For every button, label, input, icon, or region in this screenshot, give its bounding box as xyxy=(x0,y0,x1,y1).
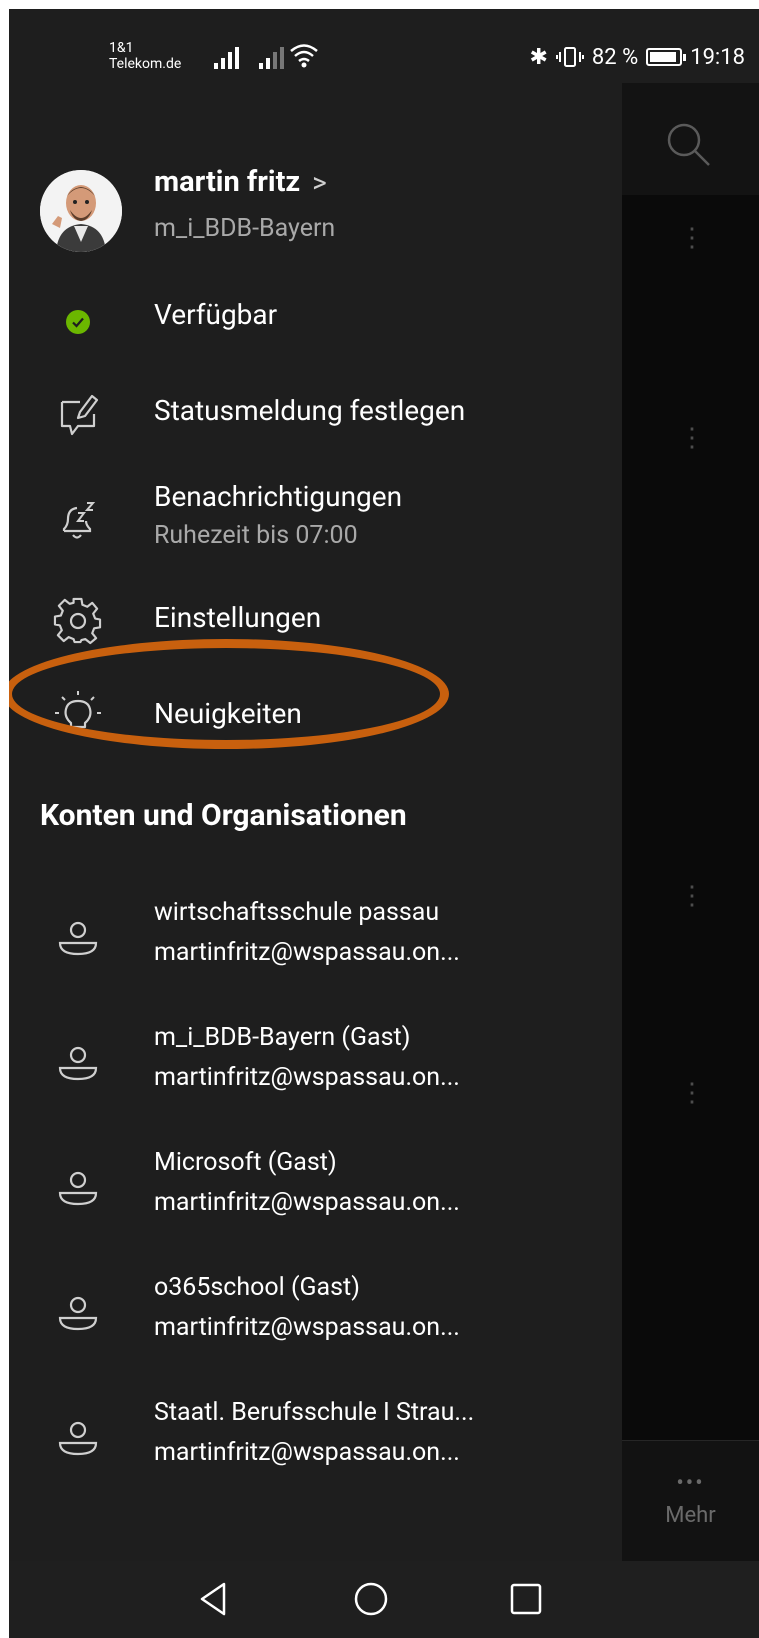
organization-user-icon xyxy=(58,1421,98,1456)
more-options-icon[interactable]: ⋮ xyxy=(679,1080,705,1106)
menu-item-availability[interactable]: Verfügbar xyxy=(9,291,622,351)
status-right: ✱ 82 % 19:18 xyxy=(529,39,759,75)
account-name: wirtschaftsschule passau xyxy=(154,898,440,927)
home-circle-icon[interactable] xyxy=(351,1579,391,1619)
account-item[interactable]: m_i_BDB-Bayern (Gast) martinfritz@wspass… xyxy=(9,1023,622,1113)
signal-strength-icon xyxy=(214,47,239,69)
highlight-annotation xyxy=(9,639,449,749)
more-tab-icon[interactable]: ••• xyxy=(622,1471,759,1496)
more-tab-label[interactable]: Mehr xyxy=(622,1503,759,1528)
account-email: martinfritz@wspassau.on... xyxy=(154,938,460,967)
gear-icon xyxy=(53,596,103,646)
organization-user-icon xyxy=(58,1046,98,1081)
background-app-header xyxy=(622,83,759,195)
account-item[interactable]: Microsoft (Gast) martinfritz@wspassau.on… xyxy=(9,1148,622,1238)
menu-item-label: Verfügbar xyxy=(154,298,278,331)
menu-item-notifications[interactable]: Benachrichtigungen Ruhezeit bis 07:00 xyxy=(9,478,622,568)
recents-square-icon[interactable] xyxy=(506,1579,546,1619)
accounts-section-header: Konten und Organisationen xyxy=(40,798,407,833)
background-app: ⋮ ⋮ ⋮ ⋮ ••• Mehr xyxy=(622,83,759,1561)
menu-item-label: Einstellungen xyxy=(154,601,322,634)
profile-name[interactable]: martin fritz > xyxy=(154,165,327,199)
avatar-image xyxy=(40,170,122,252)
carrier-name: 1&1 Telekom.de xyxy=(109,40,181,72)
carrier-line-1: 1&1 xyxy=(109,40,134,56)
search-icon[interactable] xyxy=(665,121,711,167)
chevron-right-icon: > xyxy=(312,165,327,199)
account-name: o365school (Gast) xyxy=(154,1273,360,1302)
edit-message-icon xyxy=(53,389,103,439)
account-name: Microsoft (Gast) xyxy=(154,1148,337,1177)
account-email: martinfritz@wspassau.on... xyxy=(154,1438,460,1467)
carrier-line-2: Telekom.de xyxy=(109,56,182,72)
clock: 19:18 xyxy=(690,44,745,70)
bell-snooze-icon xyxy=(53,496,103,546)
more-options-icon[interactable]: ⋮ xyxy=(679,883,705,909)
organization-user-icon xyxy=(58,1296,98,1331)
more-options-icon[interactable]: ⋮ xyxy=(679,225,705,251)
system-navigation-bar xyxy=(9,1561,759,1638)
account-item[interactable]: wirtschaftsschule passau martinfritz@wsp… xyxy=(9,898,622,988)
available-status-icon xyxy=(53,297,103,347)
menu-item-status-message[interactable]: Statusmeldung festlegen xyxy=(9,385,622,445)
account-email: martinfritz@wspassau.on... xyxy=(154,1188,460,1217)
battery-icon xyxy=(646,48,687,66)
vibrate-icon xyxy=(555,47,584,67)
more-options-icon[interactable]: ⋮ xyxy=(679,425,705,451)
account-name: m_i_BDB-Bayern (Gast) xyxy=(154,1023,411,1052)
organization-user-icon xyxy=(58,921,98,956)
profile-organization: m_i_BDB-Bayern xyxy=(154,214,336,243)
wifi-icon xyxy=(290,44,318,68)
bluetooth-icon: ✱ xyxy=(529,44,548,70)
back-triangle-icon[interactable] xyxy=(194,1579,234,1619)
account-name: Staatl. Berufsschule I Strau... xyxy=(154,1398,475,1427)
bottom-tab-bar: ••• Mehr xyxy=(622,1440,759,1561)
menu-item-label: Benachrichtigungen xyxy=(154,480,403,513)
account-email: martinfritz@wspassau.on... xyxy=(154,1313,460,1342)
menu-item-label: Statusmeldung festlegen xyxy=(154,394,466,427)
organization-user-icon xyxy=(58,1171,98,1206)
menu-item-sublabel: Ruhezeit bis 07:00 xyxy=(154,521,358,550)
account-email: martinfritz@wspassau.on... xyxy=(154,1063,460,1092)
navigation-drawer: martin fritz > m_i_BDB-Bayern Verfügbar xyxy=(9,83,622,1561)
battery-percent: 82 % xyxy=(591,44,639,70)
avatar[interactable] xyxy=(40,170,122,252)
profile-name-text: martin fritz xyxy=(154,165,301,199)
status-bar: 1&1 Telekom.de ✱ 82 % 19:18 xyxy=(9,9,759,83)
account-item[interactable]: o365school (Gast) martinfritz@wspassau.o… xyxy=(9,1273,622,1363)
phone-screen: 1&1 Telekom.de ✱ 82 % 19:18 ⋮ ⋮ ⋮ ⋮ ••• … xyxy=(9,9,759,1638)
account-item[interactable]: Staatl. Berufsschule I Strau... martinfr… xyxy=(9,1398,622,1488)
signal-strength-2-icon xyxy=(259,47,284,69)
